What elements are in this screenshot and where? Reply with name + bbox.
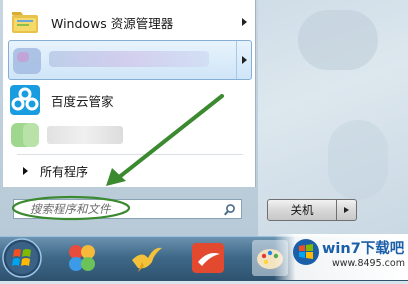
triangle-right-icon: [23, 167, 28, 175]
bird-app-icon[interactable]: [128, 240, 164, 276]
blurred-label: [47, 126, 123, 144]
win7-logo-icon: [292, 238, 320, 266]
menu-item-label: Windows 资源管理器: [51, 15, 174, 31]
shutdown-button[interactable]: 关机: [267, 199, 337, 221]
all-programs-item[interactable]: 所有程序: [7, 160, 247, 182]
all-programs-label: 所有程序: [40, 164, 89, 179]
watermark: win7下载吧 www.8495.com: [274, 234, 408, 280]
submenu-arrow-icon[interactable]: [237, 4, 251, 40]
shutdown-options-button[interactable]: [337, 199, 357, 221]
red-app-icon[interactable]: [190, 240, 226, 276]
menu-item-blurred-app[interactable]: [7, 118, 251, 152]
search-icon[interactable]: [223, 202, 237, 216]
blurred-app-icon: [9, 119, 41, 151]
shutdown-label: 关机: [290, 203, 314, 217]
program-list: Windows 资源管理器 百度云管家 所有程序: [3, 0, 256, 187]
pinwheel-app-icon[interactable]: [64, 240, 100, 276]
submenu-arrow-icon[interactable]: [236, 41, 251, 79]
watermark-title: win7下载吧: [322, 241, 405, 257]
blurred-app-icon: [11, 44, 43, 76]
menu-item-baidu-cloud[interactable]: 百度云管家: [7, 82, 251, 118]
baidu-cloud-icon: [9, 84, 41, 116]
blurred-label: [49, 51, 209, 67]
start-orb-icon[interactable]: [0, 236, 56, 280]
search-box[interactable]: [13, 199, 242, 219]
watermark-url: www.8495.com: [332, 258, 405, 269]
triangle-right-icon: [344, 207, 349, 213]
separator: [17, 154, 243, 155]
menu-item-windows-explorer[interactable]: Windows 资源管理器: [7, 4, 251, 40]
search-input[interactable]: [30, 202, 230, 216]
start-menu-right-column: 关机: [258, 188, 368, 234]
menu-item-blurred-app[interactable]: [8, 40, 252, 80]
folder-icon: [9, 6, 41, 38]
start-menu: Windows 资源管理器 百度云管家 所有程序 搜索程序和文件: [0, 0, 258, 236]
menu-item-label: 百度云管家: [51, 93, 114, 109]
